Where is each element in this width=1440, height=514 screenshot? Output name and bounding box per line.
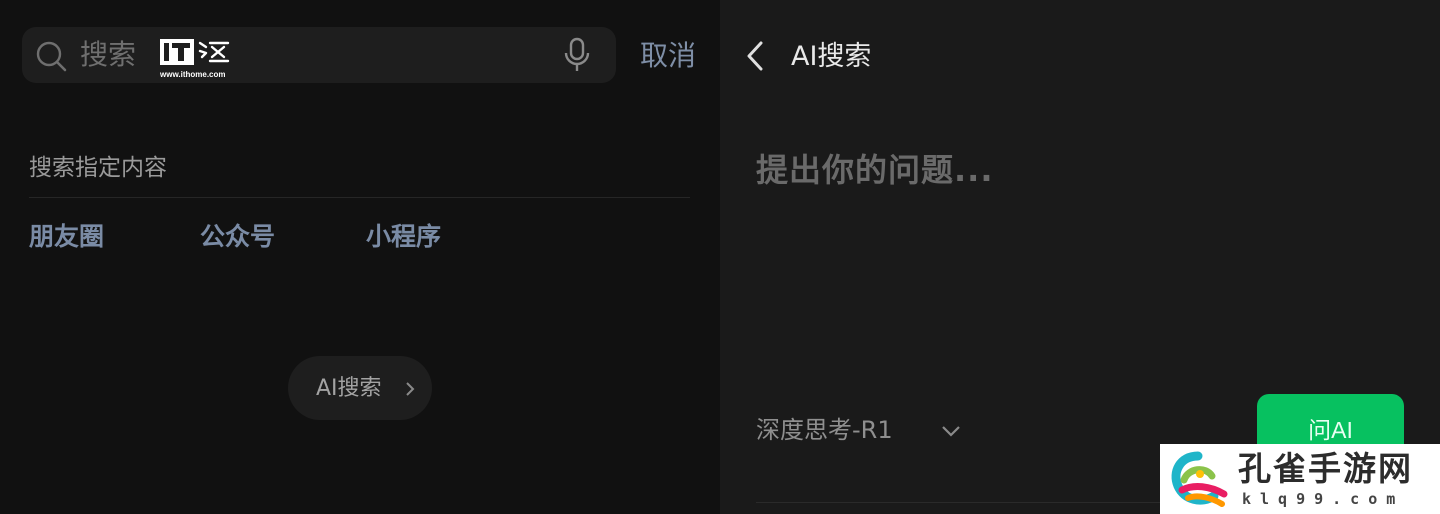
search-bar[interactable]: 搜索 www.ithome.com (22, 27, 616, 83)
search-page-panel: 搜索 www.ithome.com 取消 搜索指定内容 朋友圈 公众号 小程序 … (0, 0, 720, 514)
search-input[interactable]: 搜索 (80, 39, 136, 71)
back-arrow-icon[interactable] (744, 40, 766, 72)
ithome-url: www.ithome.com (160, 70, 226, 79)
ask-ai-button-label: 问AI (1308, 417, 1353, 443)
peacock-logo-icon (1171, 451, 1228, 507)
ai-search-chip-label: AI搜索 (316, 376, 382, 401)
model-label: 深度思考-R1 (756, 416, 893, 444)
category-moments[interactable]: 朋友圈 (29, 222, 104, 252)
section-title: 搜索指定内容 (29, 155, 167, 181)
ai-search-panel: AI搜索 深度思考-R1 问AI (720, 0, 1440, 514)
ai-search-chip[interactable]: AI搜索 (288, 356, 432, 420)
category-official-accounts[interactable]: 公众号 (200, 222, 275, 252)
watermark-brand-url: klq99.com (1242, 490, 1405, 508)
category-mini-programs[interactable]: 小程序 (366, 222, 441, 252)
chevron-right-icon (406, 382, 415, 396)
question-input[interactable] (756, 150, 1396, 190)
chevron-down-icon (942, 426, 960, 437)
page-title: AI搜索 (791, 41, 872, 72)
watermark-brand-name: 孔雀手游网 (1238, 449, 1413, 488)
mic-icon[interactable] (562, 37, 592, 73)
section-divider (29, 197, 690, 198)
ithome-logo: www.ithome.com (160, 39, 230, 79)
site-watermark: 孔雀手游网 klq99.com (1160, 444, 1440, 514)
search-icon (36, 41, 67, 72)
cancel-button[interactable]: 取消 (640, 40, 696, 72)
